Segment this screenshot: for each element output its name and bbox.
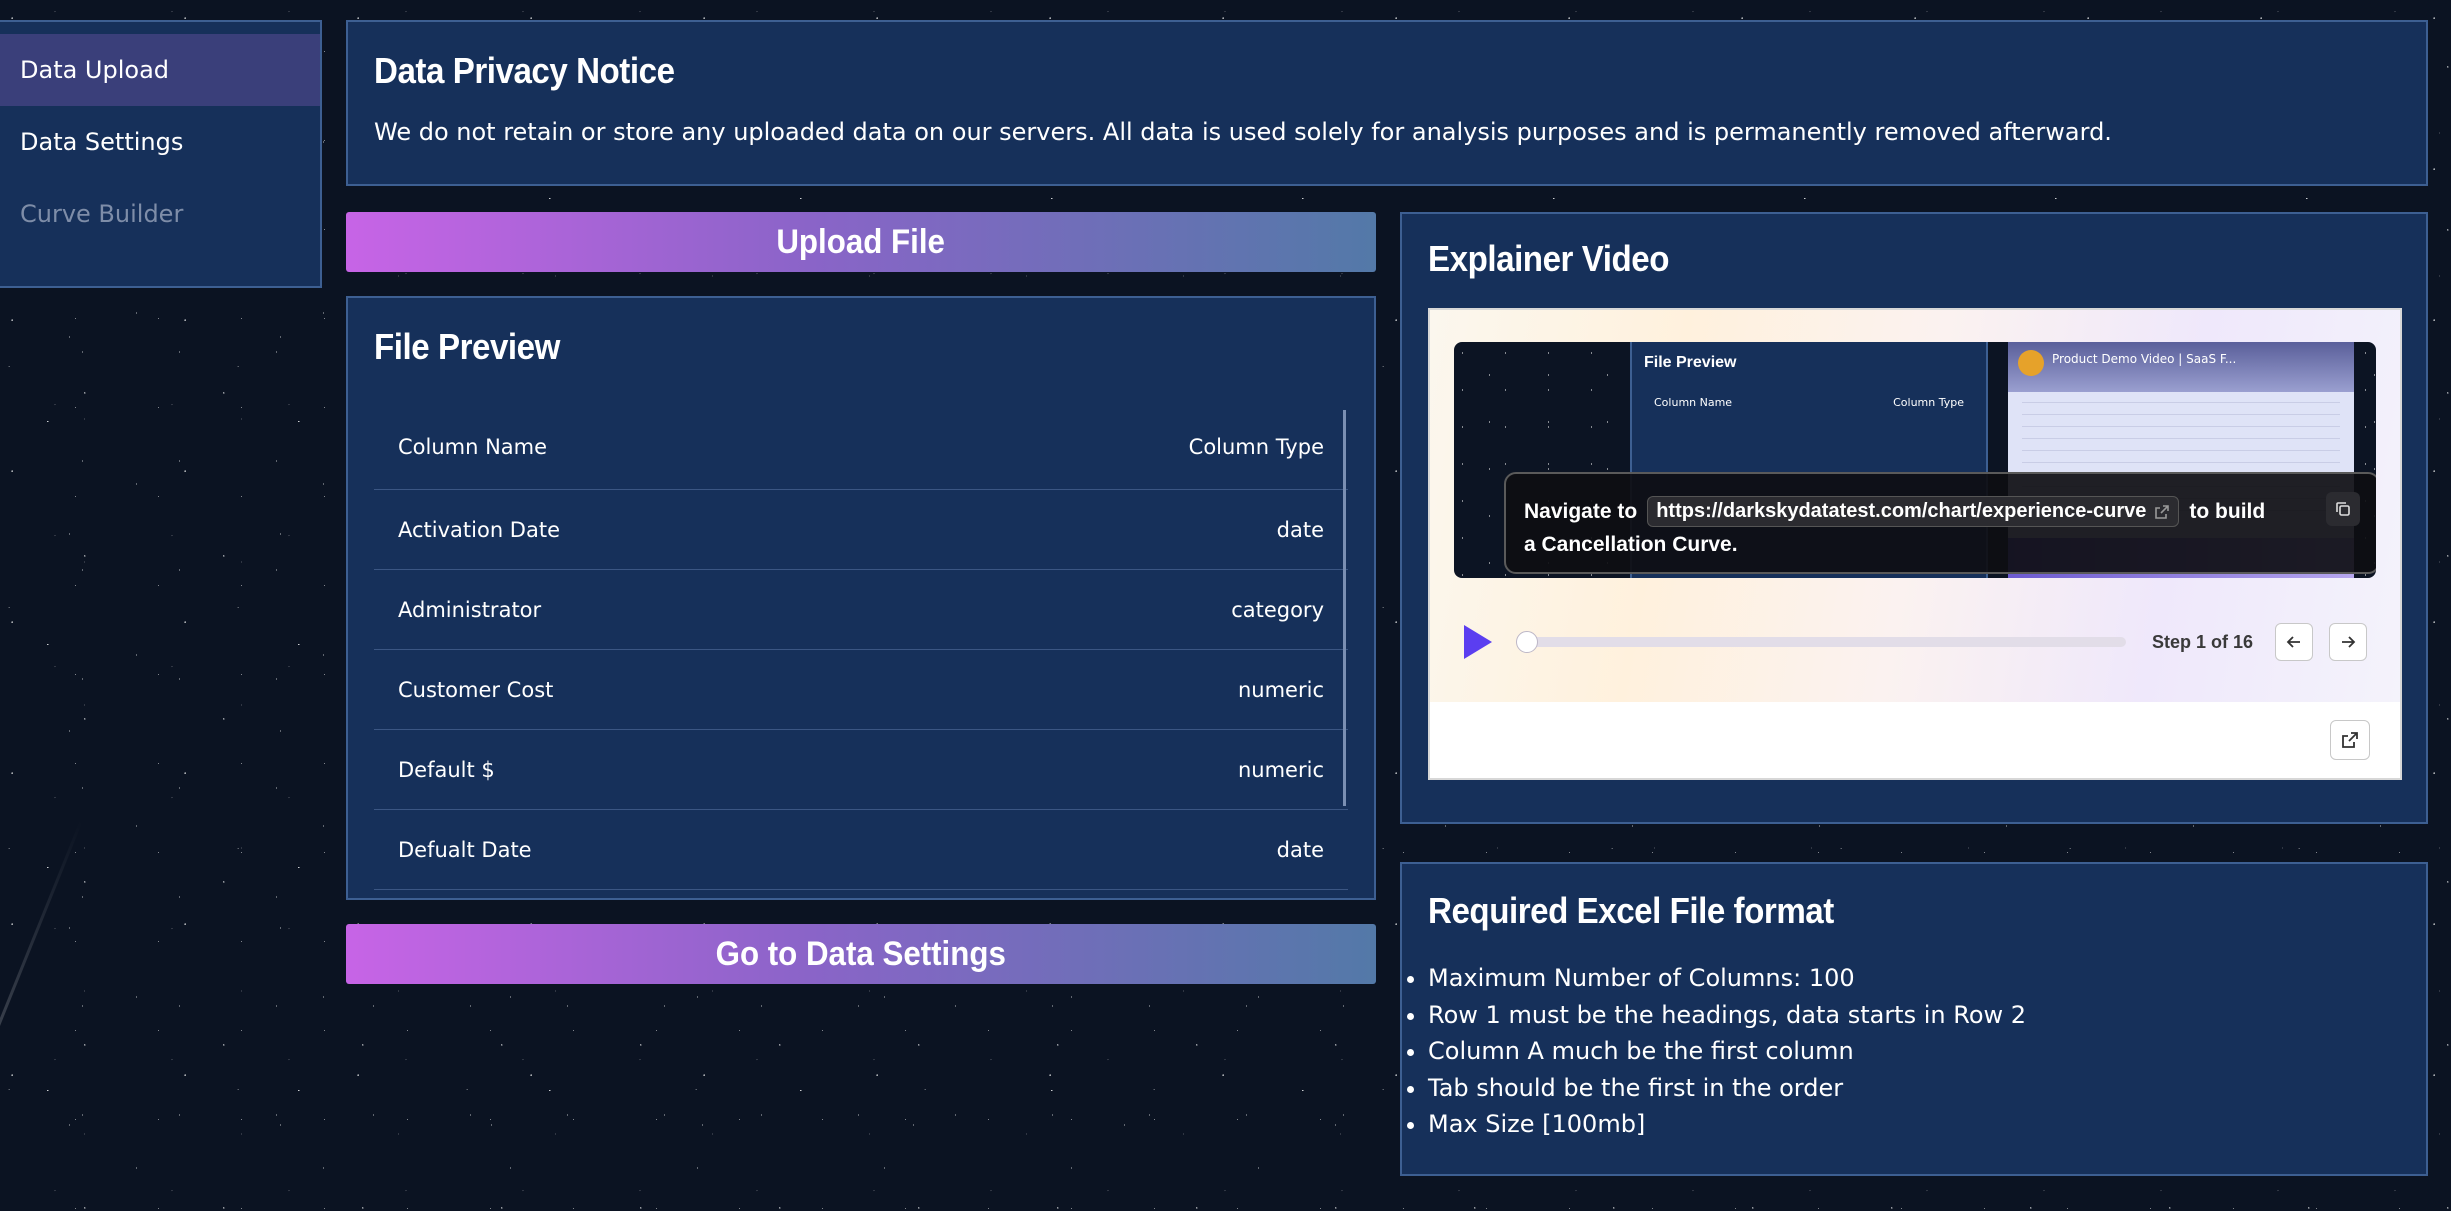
frame-file-preview-title: File Preview bbox=[1644, 354, 1737, 371]
file-preview-panel: File Preview Column Name Column Type Act… bbox=[346, 296, 1376, 900]
frame-column-type: Column Type bbox=[1893, 396, 1964, 409]
table-scrollbar[interactable] bbox=[1343, 410, 1346, 806]
file-preview-table[interactable]: Column Name Column Type Activation Date … bbox=[374, 404, 1348, 890]
next-step-button[interactable] bbox=[2329, 623, 2368, 661]
frame-column-name: Column Name bbox=[1654, 396, 1733, 409]
frame-table-header: Column Name Column Type bbox=[1644, 396, 1974, 409]
table-row: Default $ numeric bbox=[374, 730, 1348, 810]
row-column-type: numeric bbox=[1237, 677, 1324, 702]
sidebar-item-data-settings[interactable]: Data Settings bbox=[0, 106, 320, 178]
file-preview-title: File Preview bbox=[374, 326, 560, 367]
external-link-icon bbox=[2155, 504, 2170, 519]
row-column-type: numeric bbox=[1237, 757, 1324, 782]
callout-suffix: to build bbox=[2189, 499, 2266, 523]
video-player[interactable]: File Preview Column Name Column Type Pro… bbox=[1428, 308, 2402, 780]
row-column-name: Administrator bbox=[398, 597, 542, 622]
privacy-title: Data Privacy Notice bbox=[374, 50, 675, 91]
list-item: Max Size [100mb] bbox=[1428, 1106, 2026, 1143]
step-callout: Navigate to https://darkskydatatest.com/… bbox=[1504, 472, 2376, 574]
callout-url-chip[interactable]: https://darkskydatatest.com/chart/experi… bbox=[1647, 496, 2180, 527]
explainer-video-title: Explainer Video bbox=[1428, 238, 1669, 279]
row-column-name: Defualt Date bbox=[398, 837, 532, 862]
table-row: Defualt Date date bbox=[374, 810, 1348, 890]
format-requirements-list: Maximum Number of Columns: 100 Row 1 mus… bbox=[1402, 960, 2026, 1143]
go-to-data-settings-label: Go to Data Settings bbox=[715, 934, 1007, 973]
external-link-icon bbox=[2342, 732, 2358, 748]
progress-slider[interactable] bbox=[1516, 631, 2126, 653]
explainer-video-panel: Explainer Video File Preview Column Name… bbox=[1400, 212, 2428, 824]
required-format-title: Required Excel File format bbox=[1428, 890, 1834, 931]
privacy-text: We do not retain or store any uploaded d… bbox=[374, 118, 2112, 146]
table-header-row: Column Name Column Type bbox=[374, 404, 1348, 490]
frame-video-topbar bbox=[2008, 342, 2354, 392]
column-name-header: Column Name bbox=[398, 434, 548, 459]
list-item: Tab should be the first in the order bbox=[1428, 1070, 2026, 1107]
arrow-left-icon bbox=[2286, 636, 2301, 648]
table-row: Activation Date date bbox=[374, 490, 1348, 570]
row-column-name: Default $ bbox=[398, 757, 495, 782]
player-controls: Step 1 of 16 bbox=[1454, 622, 2376, 662]
callout-line-1: Navigate to https://darkskydatatest.com/… bbox=[1524, 496, 2360, 527]
table-row: Administrator category bbox=[374, 570, 1348, 650]
sidebar-item-curve-builder[interactable]: Curve Builder bbox=[0, 178, 320, 250]
required-format-panel: Required Excel File format Maximum Numbe… bbox=[1400, 862, 2428, 1176]
sidebar-nav: Data Upload Data Settings Curve Builder bbox=[0, 20, 322, 288]
video-frame[interactable]: File Preview Column Name Column Type Pro… bbox=[1454, 342, 2376, 578]
channel-logo-icon bbox=[2018, 350, 2044, 376]
sidebar-item-data-upload[interactable]: Data Upload bbox=[0, 34, 320, 106]
play-icon[interactable] bbox=[1464, 625, 1492, 659]
upload-file-label: Upload File bbox=[776, 222, 946, 261]
go-to-data-settings-button[interactable]: Go to Data Settings bbox=[346, 924, 1376, 984]
list-item: Column A much be the first column bbox=[1428, 1033, 2026, 1070]
table-row: Customer Cost numeric bbox=[374, 650, 1348, 730]
frame-video-title: Product Demo Video | SaaS F... bbox=[2052, 352, 2237, 366]
callout-prefix: Navigate to bbox=[1524, 499, 1638, 523]
arrow-right-icon bbox=[2342, 636, 2356, 648]
previous-step-button[interactable] bbox=[2275, 623, 2314, 661]
row-column-name: Customer Cost bbox=[398, 677, 554, 702]
list-item: Row 1 must be the headings, data starts … bbox=[1428, 997, 2026, 1034]
row-column-type: category bbox=[1231, 597, 1324, 622]
callout-url: https://darkskydatatest.com/chart/experi… bbox=[1656, 500, 2147, 522]
list-item: Maximum Number of Columns: 100 bbox=[1428, 960, 2026, 997]
row-column-type: date bbox=[1276, 837, 1324, 862]
upload-file-button[interactable]: Upload File bbox=[346, 212, 1376, 272]
open-external-button[interactable] bbox=[2330, 720, 2370, 760]
shooting-star-decoration bbox=[0, 820, 83, 1211]
column-type-header: Column Type bbox=[1188, 434, 1324, 459]
row-column-name: Activation Date bbox=[398, 517, 561, 542]
step-counter: Step 1 of 16 bbox=[2152, 631, 2254, 652]
copy-icon[interactable] bbox=[2326, 492, 2360, 526]
privacy-notice-panel: Data Privacy Notice We do not retain or … bbox=[346, 20, 2428, 186]
row-column-type: date bbox=[1276, 517, 1324, 542]
callout-line-2: a Cancellation Curve. bbox=[1524, 533, 1738, 556]
progress-knob[interactable] bbox=[1516, 631, 1538, 653]
